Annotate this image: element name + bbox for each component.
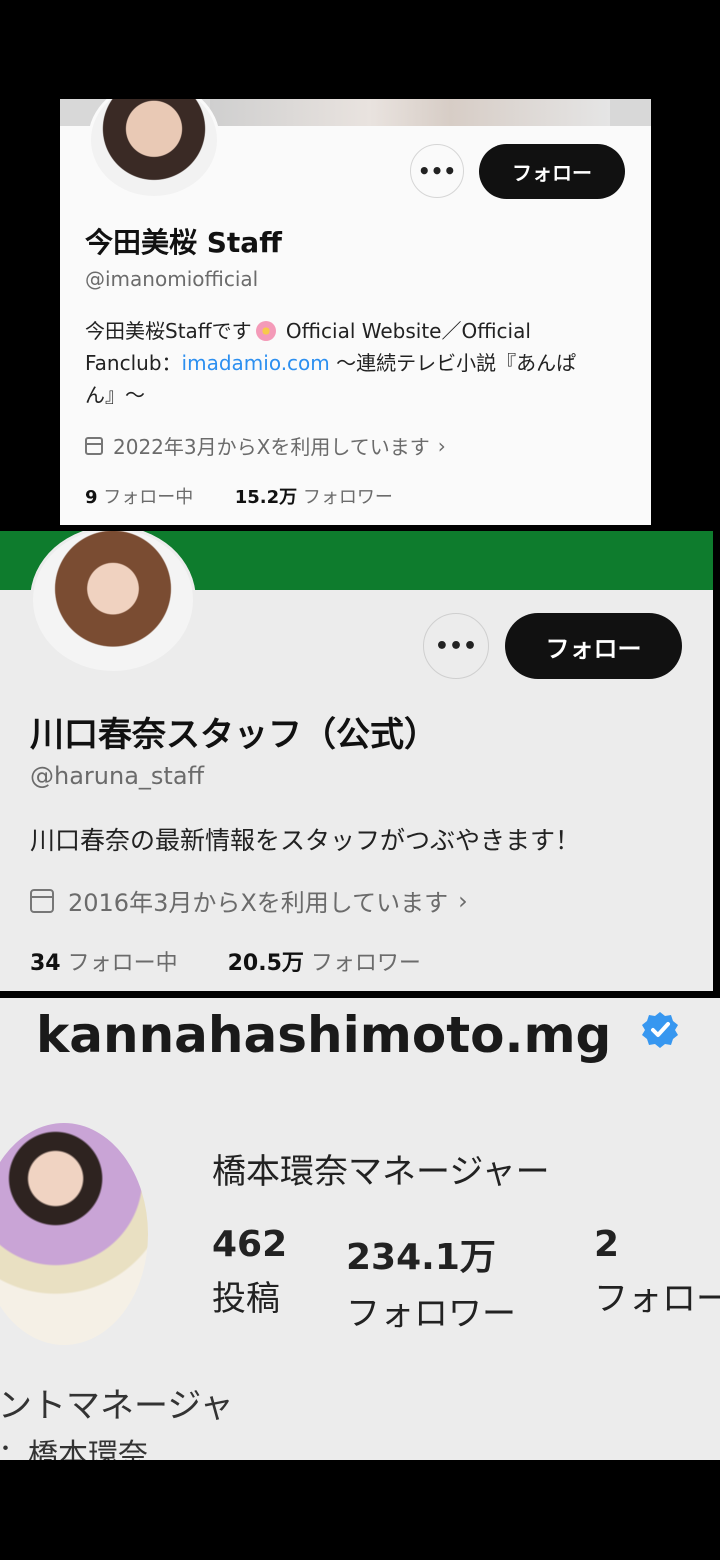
following-link[interactable]: 34 フォロー中 bbox=[30, 951, 178, 976]
chevron-right-icon: › bbox=[458, 886, 468, 915]
chevron-right-icon: › bbox=[437, 433, 446, 458]
calendar-icon bbox=[85, 436, 103, 455]
more-options-button[interactable]: ••• bbox=[410, 144, 464, 198]
user-handle: @haruna_staff bbox=[30, 762, 205, 790]
profile-bio: 川口春奈の最新情報をスタッフがつぶやきます！ bbox=[30, 826, 581, 855]
follow-button[interactable]: フォロー bbox=[505, 613, 682, 679]
flower-emoji-icon bbox=[255, 321, 276, 341]
joined-date[interactable]: 2016年3月からXを利用しています › bbox=[30, 883, 468, 918]
profile-bio-line: ントマネージャ bbox=[0, 1386, 234, 1426]
profile-card-kanna: kannahashimoto.mg 橋本環奈マネージャー 462 投稿 234.… bbox=[0, 998, 720, 1460]
following-stat[interactable]: 2 フォロー bbox=[594, 1224, 720, 1320]
website-link[interactable]: imadamio.com bbox=[182, 351, 330, 375]
more-icon: ••• bbox=[434, 633, 478, 659]
display-name: 川口春奈スタッフ（公式） bbox=[30, 715, 438, 755]
more-icon: ••• bbox=[417, 159, 457, 183]
joined-date[interactable]: 2022年3月からXを利用しています › bbox=[85, 431, 446, 460]
followers-stat[interactable]: 234.1万 フォロワー bbox=[346, 1228, 516, 1335]
followers-link[interactable]: 15.2万 フォロワー bbox=[235, 487, 393, 508]
follow-stats: 9 フォロー中 15.2万 フォロワー bbox=[85, 483, 393, 509]
calendar-icon bbox=[30, 888, 54, 913]
posts-stat[interactable]: 462 投稿 bbox=[212, 1224, 287, 1320]
follow-stats: 34 フォロー中 20.5万 フォロワー bbox=[30, 945, 421, 977]
profile-avatar[interactable] bbox=[30, 531, 196, 674]
display-name: 橋本環奈マネージャー bbox=[212, 1152, 550, 1192]
display-name: 今田美桜 Staff bbox=[85, 226, 282, 259]
profile-bio: 今田美桜Staffです Official Website／Official Fa… bbox=[85, 319, 577, 407]
username: kannahashimoto.mg bbox=[36, 1006, 612, 1064]
follow-button[interactable]: フォロー bbox=[479, 144, 625, 199]
user-handle: @imanomiofficial bbox=[85, 267, 259, 291]
more-options-button[interactable]: ••• bbox=[423, 613, 489, 679]
profile-card-imadamio: ••• フォロー 今田美桜 Staff @imanomiofficial 今田美… bbox=[60, 99, 651, 525]
following-link[interactable]: 9 フォロー中 bbox=[85, 487, 193, 508]
profile-avatar[interactable] bbox=[88, 99, 220, 199]
followers-link[interactable]: 20.5万 フォロワー bbox=[228, 951, 421, 976]
profile-bio-line: ：橋本環奈 bbox=[0, 1438, 148, 1460]
profile-avatar[interactable] bbox=[0, 1123, 148, 1345]
verified-badge-icon bbox=[642, 1012, 678, 1048]
profile-card-haruna: ••• フォロー 川口春奈スタッフ（公式） @haruna_staff 川口春奈… bbox=[0, 531, 713, 991]
